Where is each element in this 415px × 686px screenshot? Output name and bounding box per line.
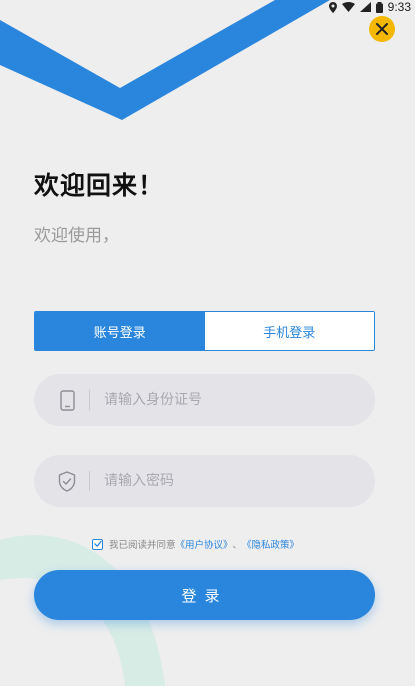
password-field	[34, 455, 375, 507]
field-divider	[89, 471, 90, 491]
agreement-separator: 、	[232, 540, 243, 551]
password-input[interactable]	[102, 472, 336, 490]
wifi-icon	[341, 2, 355, 12]
login-button[interactable]: 登录	[34, 570, 375, 620]
status-time: 9:33	[387, 0, 411, 14]
page-title: 欢迎回来！	[34, 171, 165, 200]
login-mode-tabs: 账号登录 手机登录	[34, 311, 375, 351]
agreement-checkbox[interactable]	[92, 538, 103, 550]
signal-icon	[359, 2, 371, 12]
tab-account-login[interactable]: 账号登录	[35, 312, 205, 350]
page-subtitle: 欢迎使用，	[34, 226, 119, 246]
check-icon	[93, 540, 102, 547]
shield-check-icon	[57, 470, 77, 492]
close-icon	[376, 20, 388, 39]
agreement-text: 我已阅读并同意	[109, 540, 176, 551]
tab-phone-login[interactable]: 手机登录	[204, 312, 374, 350]
id-number-input[interactable]	[102, 391, 336, 409]
privacy-policy-link[interactable]: 《隐私政策》	[242, 537, 299, 551]
header-decoration	[0, 0, 330, 120]
phone-icon	[57, 389, 77, 411]
location-icon	[328, 1, 337, 13]
status-bar: 9:33	[328, 0, 411, 14]
field-divider	[89, 390, 90, 410]
id-number-field	[34, 374, 375, 426]
battery-icon	[375, 1, 383, 13]
agreement-row: 我已阅读并同意 《用户协议》 、 《隐私政策》	[92, 537, 299, 551]
user-agreement-link[interactable]: 《用户协议》	[176, 537, 233, 551]
close-button[interactable]	[369, 16, 395, 42]
